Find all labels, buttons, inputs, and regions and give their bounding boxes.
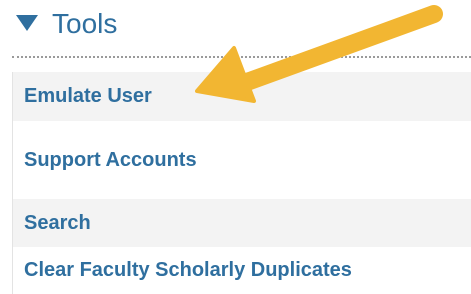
section-title: Tools	[52, 8, 118, 39]
tools-menu: Emulate User Support Accounts Search Cle…	[12, 72, 471, 294]
tools-panel: Tools Emulate User Support Accounts Sear…	[0, 0, 471, 294]
section-divider	[12, 56, 471, 58]
triangle-down-icon	[16, 15, 38, 31]
menu-item-emulate-user[interactable]: Emulate User	[13, 72, 471, 121]
menu-item-search[interactable]: Search	[13, 199, 471, 247]
tools-section-toggle[interactable]: Tools	[0, 0, 471, 50]
menu-item-support-accounts[interactable]: Support Accounts	[13, 121, 471, 199]
menu-item-clear-faculty-scholarly-duplicates[interactable]: Clear Faculty Scholarly Duplicates	[13, 247, 471, 294]
